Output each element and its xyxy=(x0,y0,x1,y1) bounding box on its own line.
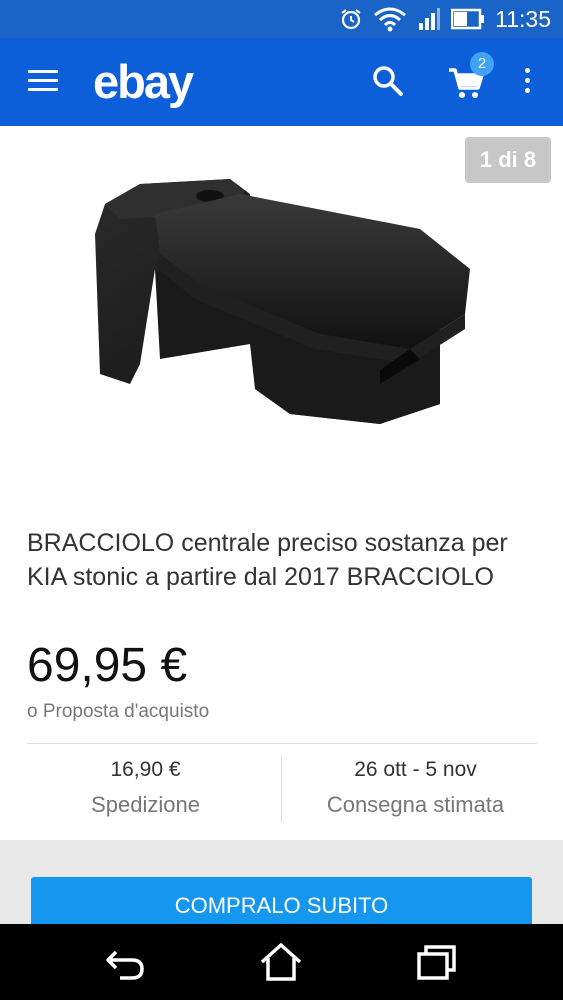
product-price: 69,95 € xyxy=(27,639,188,692)
product-title: BRACCIOLO centrale preciso sostanza per … xyxy=(27,529,508,591)
vertical-divider xyxy=(281,756,282,822)
shipping-cost-label: Spedizione xyxy=(91,792,200,817)
wifi-icon xyxy=(374,7,407,32)
back-icon[interactable] xyxy=(102,942,148,982)
app-bar: ebay 2 xyxy=(0,38,563,126)
ebay-logo[interactable]: ebay xyxy=(93,54,194,109)
product-image[interactable] xyxy=(80,174,490,474)
recent-apps-icon[interactable] xyxy=(414,942,460,982)
delivery-date-value: 26 ott - 5 nov xyxy=(354,758,477,781)
product-content: 1 di 8 BRACCIOLO centrale preciso sostan… xyxy=(0,126,563,840)
menu-button[interactable] xyxy=(28,70,58,94)
estimated-delivery: 26 ott - 5 nov Consegna stimata xyxy=(288,758,543,818)
divider xyxy=(27,743,537,744)
clock: 11:35 xyxy=(495,5,551,32)
delivery-date-label: Consegna stimata xyxy=(326,792,505,817)
shipping-cost: 16,90 € Spedizione xyxy=(18,758,273,818)
signal-icon xyxy=(419,8,441,30)
status-bar: 11:35 xyxy=(0,0,563,38)
best-offer-link[interactable]: o Proposta d'acquisto xyxy=(27,701,209,723)
navigation-bar xyxy=(0,924,563,1000)
shipping-cost-value: 16,90 € xyxy=(110,758,181,781)
alarm-icon xyxy=(341,9,361,30)
cart-count-badge: 2 xyxy=(470,52,494,76)
battery-icon xyxy=(451,8,485,30)
search-icon[interactable] xyxy=(371,64,405,98)
more-options-icon[interactable] xyxy=(523,68,531,98)
home-icon[interactable] xyxy=(258,942,304,982)
